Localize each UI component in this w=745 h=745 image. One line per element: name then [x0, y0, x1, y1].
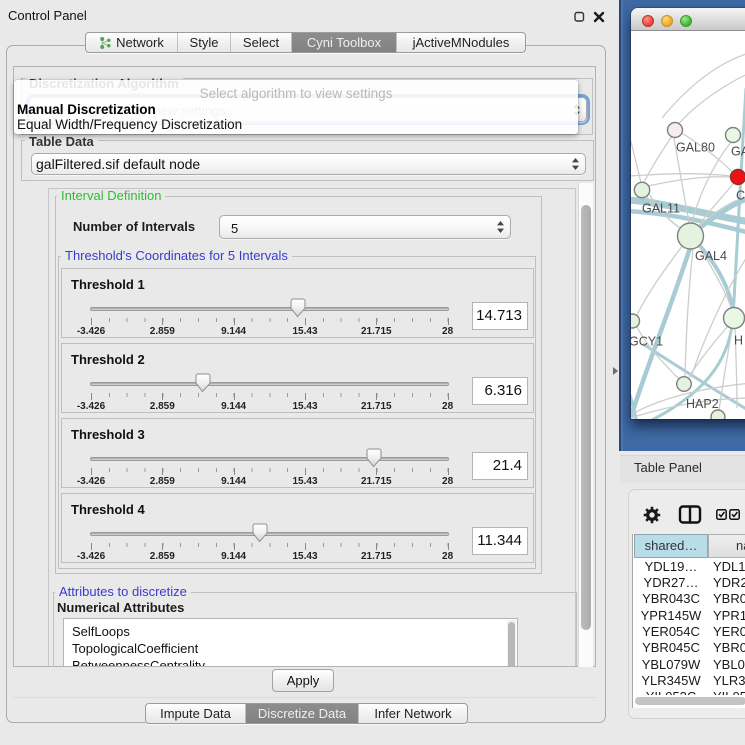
svg-text:HAP2: HAP2 — [686, 397, 719, 411]
svg-text:GAL4: GAL4 — [695, 249, 727, 263]
svg-text:GCY1: GCY1 — [631, 335, 663, 349]
svg-text:H: H — [734, 334, 743, 348]
svg-text:GAL80: GAL80 — [676, 141, 715, 155]
svg-text:C: C — [736, 189, 745, 203]
svg-text:GA: GA — [731, 145, 745, 159]
svg-text:GAL11: GAL11 — [642, 202, 680, 216]
